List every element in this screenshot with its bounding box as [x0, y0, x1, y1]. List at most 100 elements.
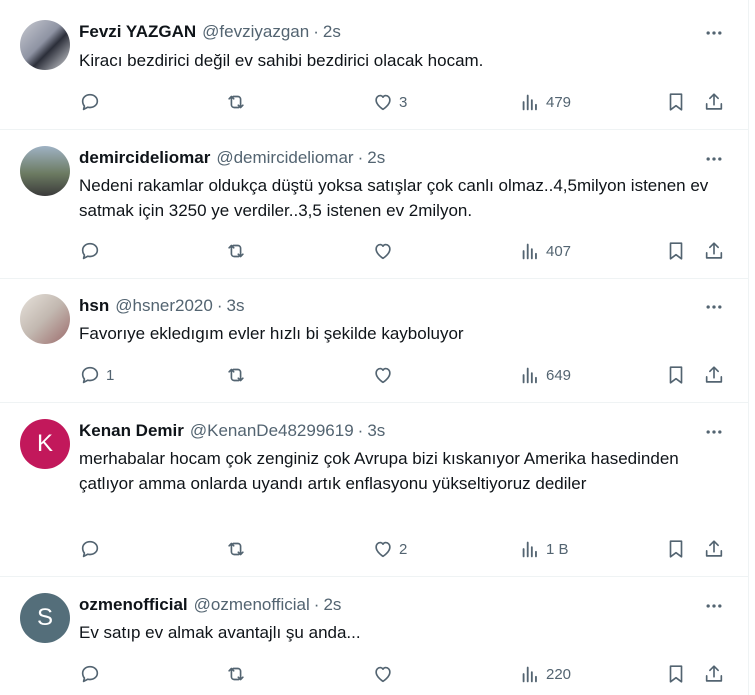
bookmark-button[interactable] [665, 239, 687, 263]
bookmark-button[interactable] [665, 90, 687, 114]
display-name[interactable]: Kenan Demir [79, 420, 184, 442]
retweet-button[interactable] [225, 662, 247, 686]
tweet-text: Ev satıp ev almak avantajlı şu anda... [79, 623, 361, 642]
reply-button[interactable]: 1 [79, 363, 114, 387]
tweet-actions: 220 [0, 662, 748, 686]
timestamp[interactable]: 2s [367, 147, 385, 169]
display-name[interactable]: ozmenofficial [79, 594, 188, 616]
tweet[interactable]: hsn @hsner2020 · 3s Favorıye ekledıgım e… [0, 279, 748, 403]
retweet-icon [225, 91, 247, 113]
timestamp[interactable]: 2s [323, 21, 341, 43]
display-name[interactable]: hsn [79, 295, 109, 317]
bookmark-icon [665, 663, 687, 685]
tweet[interactable]: K Kenan Demir @KenanDe48299619 · 3s merh… [0, 403, 748, 577]
tweet-header: demircideliomar @demircideliomar · 2s [79, 147, 385, 169]
separator: · [216, 296, 223, 315]
retweet-button[interactable] [225, 90, 247, 114]
share-button[interactable] [703, 662, 725, 686]
reply-bubble-icon [79, 91, 101, 113]
separator: · [313, 595, 320, 614]
tweet-header: Kenan Demir @KenanDe48299619 · 3s [79, 420, 385, 442]
like-button[interactable]: 3 [372, 90, 407, 114]
share-button[interactable] [703, 363, 725, 387]
user-handle[interactable]: @demircideliomar [216, 147, 353, 169]
view-count: 407 [546, 242, 572, 260]
avatar[interactable] [20, 20, 70, 70]
views-button[interactable]: 220 [519, 662, 571, 686]
view-count: 649 [546, 366, 572, 384]
bookmark-button[interactable] [665, 537, 687, 561]
view-count: 220 [546, 665, 572, 683]
reply-bubble-icon [79, 364, 101, 386]
like-button[interactable]: 2 [372, 537, 407, 561]
user-handle[interactable]: @KenanDe48299619 [190, 420, 354, 442]
more-dots-icon[interactable] [700, 22, 728, 44]
more-dots-icon[interactable] [700, 296, 728, 318]
retweet-icon [225, 364, 247, 386]
view-count: 1 B [546, 540, 569, 558]
tweet-header: Fevzi YAZGAN @fevziyazgan · 2s [79, 21, 341, 43]
more-dots-icon[interactable] [700, 148, 728, 170]
views-button[interactable]: 407 [519, 239, 571, 263]
views-button[interactable]: 649 [519, 363, 571, 387]
reply-button[interactable] [79, 90, 106, 114]
timestamp[interactable]: 3s [367, 420, 385, 442]
retweet-icon [225, 240, 247, 262]
share-upload-icon [703, 91, 725, 113]
more-dots-icon[interactable] [700, 421, 728, 443]
like-button[interactable] [372, 363, 399, 387]
user-handle[interactable]: @hsner2020 [115, 295, 213, 317]
avatar[interactable]: S [20, 593, 70, 643]
views-button[interactable]: 1 B [519, 537, 569, 561]
reply-bubble-icon [79, 663, 101, 685]
user-handle[interactable]: @ozmenofficial [194, 594, 310, 616]
heart-icon [372, 240, 394, 262]
bookmark-icon [665, 91, 687, 113]
reply-button[interactable] [79, 537, 106, 561]
retweet-button[interactable] [225, 363, 247, 387]
tweet[interactable]: demircideliomar @demircideliomar · 2s Ne… [0, 130, 748, 279]
views-button[interactable]: 479 [519, 90, 571, 114]
share-upload-icon [703, 538, 725, 560]
tweet-text: merhabalar hocam çok zenginiz çok Avrupa… [79, 449, 679, 493]
avatar[interactable] [20, 294, 70, 344]
tweet-feed: Fevzi YAZGAN @fevziyazgan · 2s Kiracı be… [0, 0, 749, 695]
view-count: 479 [546, 93, 572, 111]
reply-button[interactable] [79, 239, 106, 263]
avatar[interactable]: K [20, 419, 70, 469]
views-bar-chart-icon [519, 91, 541, 113]
separator: · [313, 22, 319, 41]
tweet-text: Kiracı bezdirici değil ev sahibi bezdiri… [79, 51, 484, 70]
retweet-button[interactable] [225, 537, 247, 561]
share-button[interactable] [703, 239, 725, 263]
display-name[interactable]: Fevzi YAZGAN [79, 21, 196, 43]
share-button[interactable] [703, 537, 725, 561]
tweet-text: Nedeni rakamlar oldukça düştü yoksa satı… [79, 176, 709, 220]
bookmark-button[interactable] [665, 363, 687, 387]
display-name[interactable]: demircideliomar [79, 147, 210, 169]
views-bar-chart-icon [519, 240, 541, 262]
tweet-header: hsn @hsner2020 · 3s [79, 295, 244, 317]
views-bar-chart-icon [519, 663, 541, 685]
bookmark-icon [665, 240, 687, 262]
like-button[interactable] [372, 662, 399, 686]
avatar-initial: S [36, 604, 53, 631]
avatar[interactable] [20, 146, 70, 196]
bookmark-button[interactable] [665, 662, 687, 686]
timestamp[interactable]: 2s [323, 594, 341, 616]
retweet-button[interactable] [225, 239, 247, 263]
heart-icon [372, 663, 394, 685]
user-handle[interactable]: @fevziyazgan [202, 21, 309, 43]
bookmark-icon [665, 538, 687, 560]
reply-button[interactable] [79, 662, 106, 686]
views-bar-chart-icon [519, 364, 541, 386]
timestamp[interactable]: 3s [227, 295, 245, 317]
more-dots-icon[interactable] [700, 595, 728, 617]
tweet[interactable]: Fevzi YAZGAN @fevziyazgan · 2s Kiracı be… [0, 0, 748, 130]
reply-count: 1 [106, 366, 115, 384]
share-button[interactable] [703, 90, 725, 114]
share-upload-icon [703, 364, 725, 386]
like-button[interactable] [372, 239, 399, 263]
heart-icon [372, 91, 394, 113]
tweet[interactable]: S ozmenofficial @ozmenofficial · 2s Ev s… [0, 577, 748, 695]
